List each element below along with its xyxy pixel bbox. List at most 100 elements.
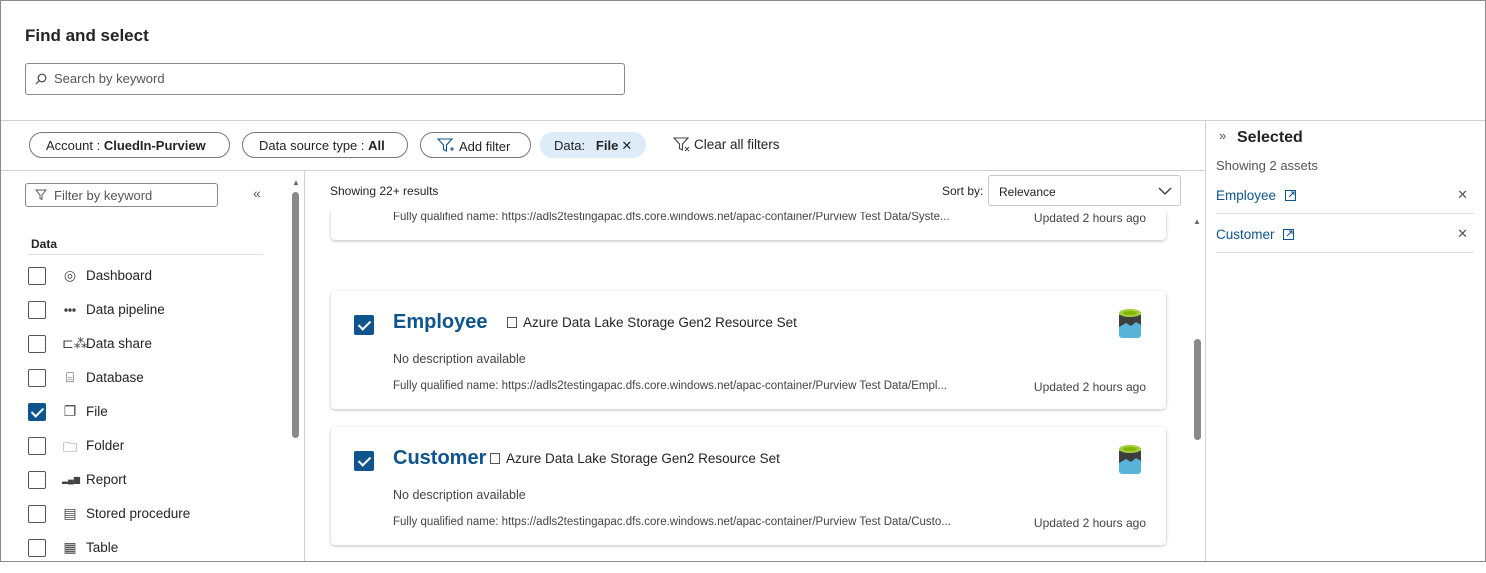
scroll-up-arrow[interactable]: ▲ xyxy=(1193,217,1201,226)
selected-asset-link[interactable]: Customer xyxy=(1216,227,1275,242)
divider xyxy=(1,120,1485,121)
filter-clear-icon xyxy=(672,137,690,152)
bar-chart-icon: ▂▄▆ xyxy=(62,475,80,484)
sort-dropdown[interactable]: Relevance xyxy=(988,175,1181,206)
expand-panel-icon[interactable]: » xyxy=(1219,128,1226,143)
sidebar-item-table[interactable]: ▦ Table xyxy=(0,539,280,573)
fully-qualified-name: Fully qualified name: https://adls2testi… xyxy=(393,212,950,223)
adls-storage-icon xyxy=(1119,445,1141,474)
results-count: Showing 22+ results xyxy=(330,184,439,198)
result-card[interactable]: Customer Azure Data Lake Storage Gen2 Re… xyxy=(331,427,1166,545)
resource-set-icon xyxy=(490,453,500,464)
select-checkbox[interactable] xyxy=(354,451,374,471)
sidebar-item-database[interactable]: ⌸ Database xyxy=(0,369,280,403)
sidebar-item-label: File xyxy=(86,404,108,419)
updated-time: Updated 2 hours ago xyxy=(1033,380,1146,394)
sidebar-item-label: Stored procedure xyxy=(86,506,191,521)
divider xyxy=(1205,120,1206,561)
checkbox[interactable] xyxy=(28,539,46,557)
selected-asset-link[interactable]: Employee xyxy=(1216,188,1276,203)
result-card[interactable]: Employee Azure Data Lake Storage Gen2 Re… xyxy=(331,291,1166,409)
remove-selected-icon[interactable]: ✕ xyxy=(1457,187,1468,203)
sidebar-item-folder[interactable]: 🗀 Folder xyxy=(0,437,280,471)
data-source-type-pill[interactable]: Data source type : All xyxy=(242,132,408,158)
filter-keyword-input[interactable]: Filter by keyword xyxy=(25,183,218,207)
add-filter-button[interactable]: Add filter xyxy=(420,132,531,158)
updated-time: Updated 2 hours ago xyxy=(1033,212,1146,225)
add-filter-label: Add filter xyxy=(459,139,511,154)
sidebar-item-stored-procedure[interactable]: ▤ Stored procedure xyxy=(0,505,280,539)
pill-label: Account : xyxy=(46,138,104,153)
sidebar-item-label: Report xyxy=(86,472,127,487)
fully-qualified-name: Fully qualified name: https://adls2testi… xyxy=(393,380,947,392)
checkbox[interactable] xyxy=(28,369,46,387)
resource-set-icon xyxy=(507,317,517,328)
search-input[interactable]: Search by keyword xyxy=(25,63,625,95)
sidebar-item-label: Folder xyxy=(86,438,125,453)
sidebar-item-dashboard[interactable]: ◎ Dashboard xyxy=(0,267,280,301)
sidebar-item-label: Database xyxy=(86,370,144,385)
folder-icon: 🗀 xyxy=(63,439,77,455)
results-scrollbar-thumb[interactable] xyxy=(1194,339,1201,440)
filter-placeholder: Filter by keyword xyxy=(54,188,153,203)
sidebar-item-label: Data pipeline xyxy=(86,302,165,317)
result-card[interactable]: No description available Fully qualified… xyxy=(331,212,1166,240)
checkbox[interactable] xyxy=(28,335,46,353)
checkbox[interactable] xyxy=(28,301,46,319)
results-list: No description available Fully qualified… xyxy=(305,212,1190,562)
clear-all-label: Clear all filters xyxy=(694,137,780,152)
divider xyxy=(1216,252,1474,253)
select-checkbox[interactable] xyxy=(354,315,374,335)
data-file-filter-chip[interactable]: Data: File ✕ xyxy=(540,132,646,158)
collapse-sidebar-icon[interactable]: « xyxy=(253,185,261,201)
asset-type: Azure Data Lake Storage Gen2 Resource Se… xyxy=(490,451,780,466)
search-icon xyxy=(35,73,47,85)
filter-icon xyxy=(35,189,47,201)
sidebar-item-data-share[interactable]: ⊏⁂ Data share xyxy=(0,335,280,369)
selected-item: Employee ✕ xyxy=(1216,187,1474,214)
checkbox[interactable] xyxy=(28,403,46,421)
pipeline-icon: ⦁⦁⦁ xyxy=(64,305,76,314)
share-icon: ⊏⁂ xyxy=(62,335,88,351)
stored-procedure-icon: ▤ xyxy=(63,505,77,521)
external-link-icon[interactable] xyxy=(1284,190,1296,201)
remove-selected-icon[interactable]: ✕ xyxy=(1457,226,1468,242)
updated-time: Updated 2 hours ago xyxy=(1033,516,1146,530)
divider xyxy=(1,170,1205,171)
asset-name-link[interactable]: Employee xyxy=(393,311,487,334)
remove-filter-icon[interactable]: ✕ xyxy=(621,138,632,153)
checkbox[interactable] xyxy=(28,437,46,455)
pill-label: Data source type : xyxy=(259,138,369,153)
selected-count: Showing 2 assets xyxy=(1216,158,1318,173)
selected-item: Customer ✕ xyxy=(1216,226,1474,253)
database-icon: ⌸ xyxy=(65,369,75,385)
asset-type: Azure Data Lake Storage Gen2 Resource Se… xyxy=(507,315,797,330)
sidebar-item-label: Data share xyxy=(86,336,153,351)
divider xyxy=(1216,213,1474,214)
account-filter-pill[interactable]: Account : CluedIn-Purview xyxy=(29,132,230,158)
scroll-up-arrow[interactable]: ▲ xyxy=(292,178,300,187)
chevron-down-icon xyxy=(1158,187,1172,195)
asset-name-link[interactable]: Customer xyxy=(393,447,486,470)
page-title: Find and select xyxy=(25,26,149,45)
sidebar-item-report[interactable]: ▂▄▆ Report xyxy=(0,471,280,505)
checkbox[interactable] xyxy=(28,505,46,523)
checkbox[interactable] xyxy=(28,267,46,285)
checkbox[interactable] xyxy=(28,471,46,489)
pill-value: All xyxy=(368,138,385,153)
external-link-icon[interactable] xyxy=(1282,229,1294,240)
sort-value: Relevance xyxy=(999,185,1056,199)
sort-label: Sort by: xyxy=(942,184,984,198)
asset-type-label: Azure Data Lake Storage Gen2 Resource Se… xyxy=(523,315,797,330)
gauge-icon: ◎ xyxy=(63,267,77,283)
divider xyxy=(27,254,263,255)
pill-value: File xyxy=(595,138,619,153)
sidebar-item-file[interactable]: ❐ File xyxy=(0,403,280,437)
sidebar-scrollbar-thumb[interactable] xyxy=(292,192,299,438)
sidebar-item-label: Dashboard xyxy=(86,268,153,283)
clear-all-filters-button[interactable]: Clear all filters xyxy=(672,137,780,152)
sidebar-item-data-pipeline[interactable]: ⦁⦁⦁ Data pipeline xyxy=(0,301,280,335)
filter-add-icon xyxy=(436,138,454,152)
asset-type-label: Azure Data Lake Storage Gen2 Resource Se… xyxy=(506,451,780,466)
table-icon: ▦ xyxy=(63,539,77,555)
